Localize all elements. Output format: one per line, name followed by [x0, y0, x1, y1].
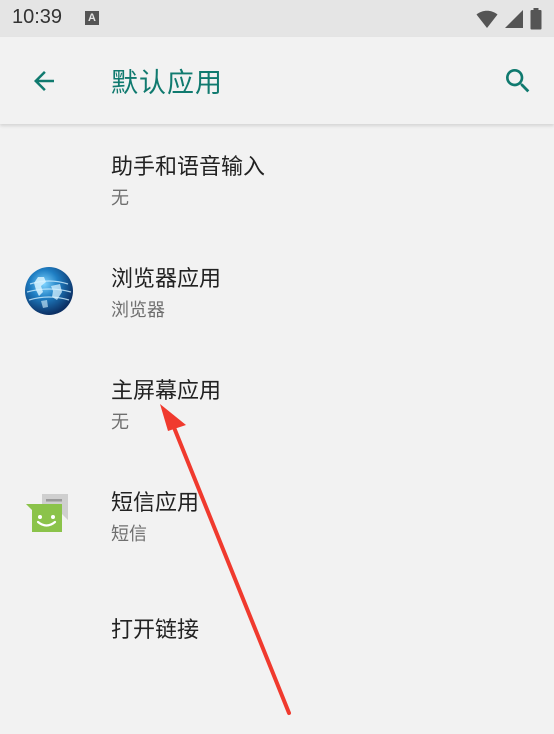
battery-icon: [530, 8, 542, 30]
search-button[interactable]: [496, 59, 540, 103]
item-title: 短信应用: [111, 491, 200, 516]
item-title: 浏览器应用: [111, 267, 222, 292]
list-item-open-links[interactable]: 打开链接: [0, 572, 554, 684]
item-title: 打开链接: [111, 618, 200, 643]
item-summary: 无: [111, 188, 129, 209]
default-apps-list: 助手和语音输入 无 浏览器应用 浏览器 主屏幕应用 无 短信应用 短信 打开链接: [0, 124, 554, 684]
item-title: 主屏幕应用: [111, 379, 222, 404]
search-icon: [506, 69, 530, 93]
page-title: 默认应用: [111, 68, 223, 99]
item-title: 助手和语音输入: [111, 155, 266, 180]
screen: 10:39 A 默认应用 助手和语音输入 无 浏览器应用 浏览器 主屏幕应用 无…: [0, 0, 554, 734]
list-item-browser[interactable]: 浏览器应用 浏览器: [0, 236, 554, 348]
list-item-home[interactable]: 主屏幕应用 无: [0, 348, 554, 460]
item-summary: 短信: [111, 524, 147, 545]
list-item-sms[interactable]: 短信应用 短信: [0, 460, 554, 572]
status-icons: [476, 8, 542, 30]
sms-icon: [26, 494, 68, 532]
wifi-icon: [476, 10, 498, 28]
back-arrow-icon: [34, 71, 54, 91]
status-time: 10:39: [12, 6, 63, 28]
item-summary: 浏览器: [111, 300, 165, 321]
a-letter-icon: A: [85, 11, 99, 25]
app-bar: 默认应用: [0, 37, 554, 124]
globe-icon: [25, 267, 73, 315]
signal-icon: [505, 10, 523, 28]
status-bar: 10:39 A: [0, 0, 554, 37]
item-summary: 无: [111, 412, 129, 433]
list-item-assistant[interactable]: 助手和语音输入 无: [0, 124, 554, 236]
back-button[interactable]: [22, 59, 66, 103]
